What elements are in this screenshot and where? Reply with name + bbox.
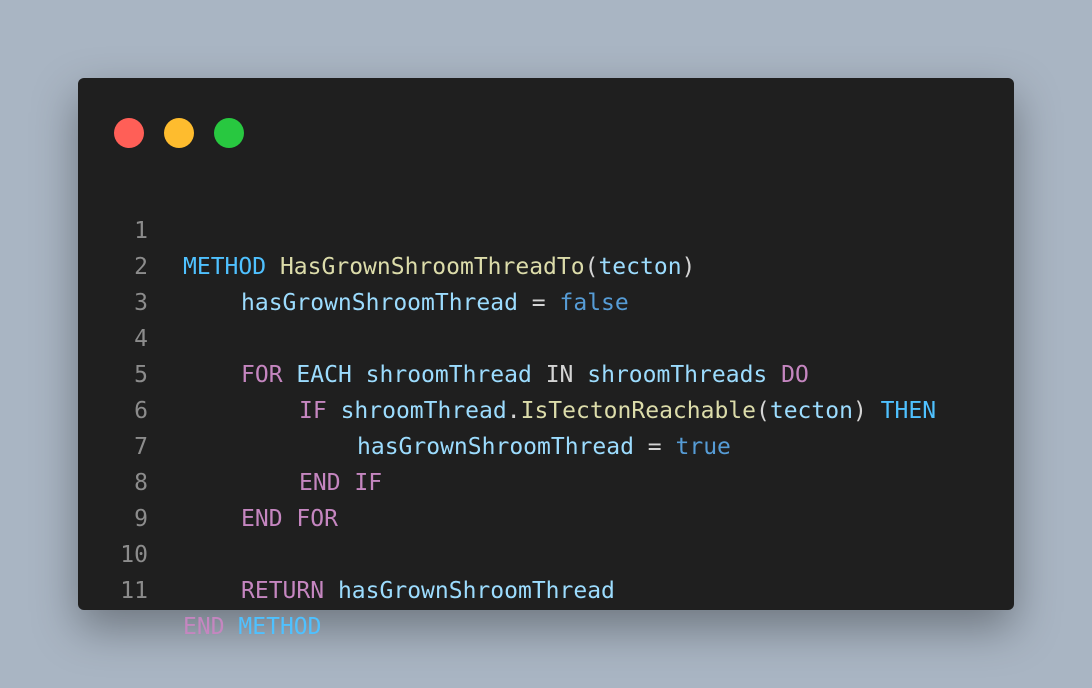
code-line: 11 END METHOD: [78, 537, 1014, 640]
line-content: RETURN hasGrownShroomThread: [183, 573, 615, 609]
minimize-icon[interactable]: [164, 118, 194, 148]
line-number: 11: [120, 578, 148, 604]
code-line: 10 RETURN hasGrownShroomThread: [78, 501, 1014, 604]
code-token: METHOD: [238, 614, 322, 640]
code-line: 7 END IF: [78, 393, 1014, 496]
close-icon[interactable]: [114, 118, 144, 148]
code-line: 6 hasGrownShroomThread = true: [78, 357, 1014, 460]
line-content: END METHOD: [183, 609, 322, 645]
code-line: 3: [78, 249, 1014, 316]
code-token: hasGrownShroomThread: [337, 578, 615, 604]
code-window: 1 METHOD HasGrownShroomThreadTo(tecton) …: [78, 78, 1014, 640]
code-line: 8 END FOR: [78, 429, 1014, 532]
code-token: RETURN: [241, 578, 325, 604]
code-line: 4 FOR EACH shroomThread IN shroomThreads…: [78, 285, 1014, 388]
code-line: 2 hasGrownShroomThread = false: [78, 213, 1014, 316]
code-line: 1 METHOD HasGrownShroomThreadTo(tecton): [78, 177, 1014, 280]
code-line: 9: [78, 465, 1014, 532]
maximize-icon[interactable]: [214, 118, 244, 148]
code-line: 5 IF shroomThread.IsTectonReachable(tect…: [78, 321, 1014, 424]
code-block: 1 METHOD HasGrownShroomThreadTo(tecton) …: [78, 177, 1014, 640]
code-token: END: [183, 614, 225, 640]
